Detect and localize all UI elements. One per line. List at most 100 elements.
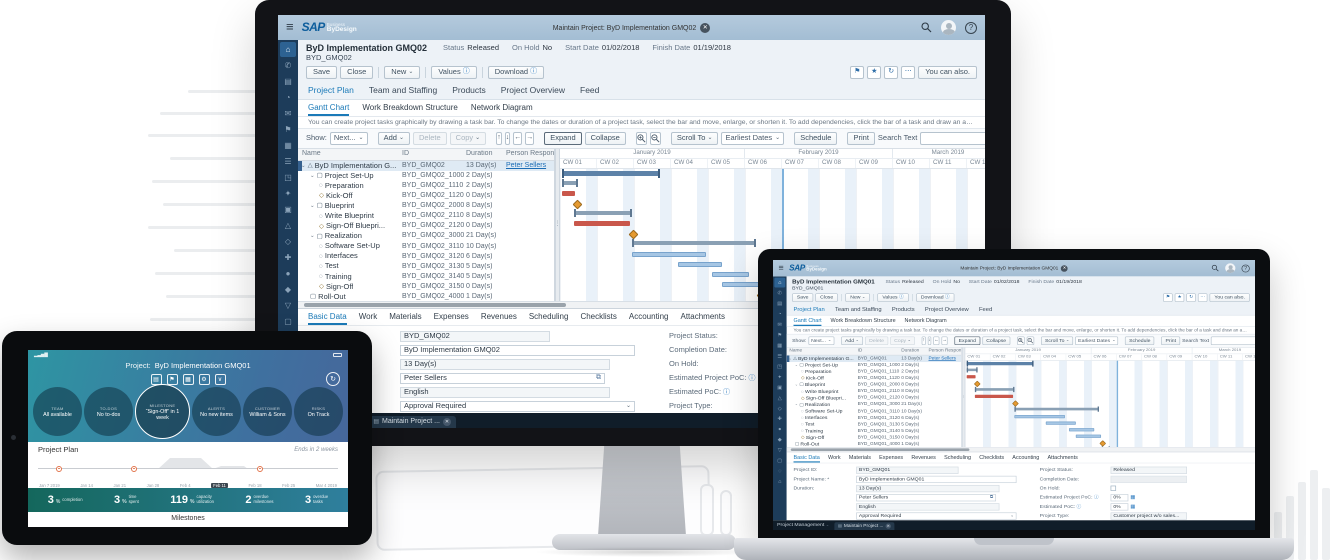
- gantt-bar[interactable]: [722, 282, 759, 287]
- outdent-button[interactable]: ←: [933, 336, 939, 345]
- table-row[interactable]: ⌄▢Project Set-UpBYD_GMQ02_10002 Day(s): [298, 171, 554, 181]
- outdent-button[interactable]: ←: [513, 132, 522, 145]
- detail-tab-materials[interactable]: Materials: [849, 452, 871, 462]
- more-icon[interactable]: ⋯: [901, 66, 915, 79]
- gantt-bar[interactable]: [967, 368, 978, 371]
- refresh-icon[interactable]: ↻: [1186, 293, 1196, 302]
- field-text[interactable]: ByD Implementation GMQ01: [856, 476, 1016, 483]
- person-link[interactable]: Peter Sellers: [928, 356, 955, 361]
- sidebar-icon[interactable]: ◆: [774, 435, 785, 445]
- sidebar-icon[interactable]: ☰: [280, 154, 296, 169]
- values-button[interactable]: Valuesⓘ: [878, 293, 909, 302]
- sidebar-icon[interactable]: ⌂: [774, 278, 785, 288]
- table-row[interactable]: ◌InterfacesBYD_GMQ02_31206 Day(s): [298, 252, 554, 262]
- column-duration[interactable]: Duration: [466, 150, 506, 158]
- table-row[interactable]: ⌄△ByD Implementation G...BYD_GMQ0213 Day…: [298, 161, 554, 171]
- scroll-to-button[interactable]: Scroll To⌄: [1041, 336, 1074, 345]
- gantt-bar[interactable]: [967, 362, 1034, 365]
- zoom-out-icon[interactable]: [1027, 336, 1035, 345]
- column-name[interactable]: Name: [298, 150, 402, 158]
- sidebar-icon[interactable]: ◳: [280, 170, 296, 185]
- milestone-marker[interactable]: [131, 466, 137, 472]
- sidebar-icon[interactable]: ▣: [774, 382, 785, 392]
- table-row[interactable]: ◌Software Set-UpBYD_GMQ01_311010 Day(s): [787, 408, 962, 415]
- sidebar-icon[interactable]: ✉: [774, 320, 785, 330]
- tab-project-overview[interactable]: Project Overview: [501, 86, 565, 96]
- table-row[interactable]: ◌TestBYD_GMQ02_31305 Day(s): [298, 262, 554, 272]
- status-circle-team[interactable]: TeamAll available: [33, 387, 82, 436]
- sidebar-icon[interactable]: ✚: [774, 414, 785, 424]
- detail-tab-basic-data[interactable]: Basic Data: [793, 452, 819, 462]
- download-button[interactable]: Downloadⓘ: [488, 66, 544, 79]
- gantt-bar[interactable]: [712, 272, 749, 277]
- subtab-network-diagram[interactable]: Network Diagram: [471, 100, 533, 116]
- detail-tab-work[interactable]: Work: [359, 309, 378, 325]
- column-person[interactable]: Person Respons...: [928, 348, 961, 353]
- table-row[interactable]: ◇Sign-OffBYD_GMQ01_31500 Day(s): [787, 435, 962, 442]
- field-select[interactable]: Approval Required⌄: [400, 401, 635, 412]
- values-button[interactable]: Valuesⓘ: [431, 66, 476, 79]
- column-person[interactable]: Person Respons...: [506, 150, 554, 158]
- help-icon[interactable]: ?: [1242, 264, 1250, 272]
- sidebar-icon[interactable]: ✚: [280, 250, 296, 265]
- sidebar-icon[interactable]: ⚑: [280, 122, 296, 137]
- schedule-button[interactable]: Schedule: [794, 132, 837, 145]
- milestone-marker[interactable]: [56, 466, 62, 472]
- new-button[interactable]: New⌄: [845, 293, 870, 302]
- zoom-in-icon[interactable]: [1017, 336, 1025, 345]
- indent-button[interactable]: →: [525, 132, 534, 145]
- subtab-gantt-chart[interactable]: Gantt Chart: [308, 100, 349, 116]
- table-row[interactable]: ◇Sign-OffBYD_GMQ02_31500 Day(s): [298, 282, 554, 292]
- delete-button[interactable]: Delete: [413, 132, 447, 145]
- field-select[interactable]: Approval Required⌄: [856, 512, 1016, 519]
- chevron-down-icon[interactable]: ⌄: [795, 383, 798, 387]
- column-name[interactable]: Name: [787, 348, 858, 353]
- chevron-down-icon[interactable]: ⌄: [795, 403, 798, 407]
- table-row[interactable]: ◇Kick-OffBYD_GMQ02_11200 Day(s): [298, 191, 554, 201]
- detail-tab-expenses[interactable]: Expenses: [879, 452, 903, 462]
- schedule-button[interactable]: Schedule: [1125, 336, 1155, 345]
- subtab-gantt-chart[interactable]: Gantt Chart: [793, 316, 821, 326]
- tab-products[interactable]: Products: [892, 306, 915, 312]
- detail-tab-checklists[interactable]: Checklists: [580, 309, 616, 325]
- person-link[interactable]: Peter Sellers: [506, 162, 546, 169]
- sidebar-icon[interactable]: ◳: [774, 361, 785, 371]
- indent-button[interactable]: →: [942, 336, 948, 345]
- sidebar-icon[interactable]: ▢: [774, 456, 785, 466]
- table-row[interactable]: ⌄▢BlueprintBYD_GMQ02_20008 Day(s): [298, 201, 554, 211]
- sidebar-icon[interactable]: ✉: [280, 106, 296, 121]
- gantt-bar[interactable]: [975, 395, 1013, 398]
- column-duration[interactable]: Duration: [901, 348, 928, 353]
- detail-tab-attachments[interactable]: Attachments: [1047, 452, 1077, 462]
- table-row[interactable]: ◌PreparationBYD_GMQ01_11102 Day(s): [787, 369, 962, 376]
- move-up-button[interactable]: ↑: [496, 132, 502, 145]
- tab-team-and-staffing[interactable]: Team and Staffing: [369, 86, 437, 96]
- more-icon[interactable]: ⋯: [1198, 293, 1208, 302]
- you-can-also-button[interactable]: You can also.: [918, 66, 977, 79]
- sidebar-icon[interactable]: ✆: [280, 58, 296, 73]
- gantt-bar[interactable]: [1014, 408, 1099, 411]
- sidebar-icon[interactable]: ✆: [774, 288, 785, 298]
- sidebar-icon[interactable]: ◔: [280, 90, 296, 105]
- detail-tab-attachments[interactable]: Attachments: [680, 309, 724, 325]
- close-icon[interactable]: ✕: [700, 23, 710, 33]
- open-window-tab[interactable]: ▤ Maintain Project ... ✕: [368, 416, 456, 428]
- zoom-in-icon[interactable]: [636, 132, 647, 145]
- table-row[interactable]: ▢Roll-OutBYD_GMQ02_40001 Day(s): [298, 292, 554, 301]
- refresh-icon[interactable]: ↻: [884, 66, 898, 79]
- chevron-down-icon[interactable]: ⌄: [310, 173, 315, 179]
- sidebar-icon[interactable]: ◇: [280, 234, 296, 249]
- table-row[interactable]: ◇Sign-Off Bluepri...BYD_GMQ01_21200 Day(…: [787, 395, 962, 402]
- tab-project-plan[interactable]: Project Plan: [793, 306, 824, 312]
- close-icon[interactable]: ✕: [1061, 265, 1068, 272]
- detail-tab-basic-data[interactable]: Basic Data: [308, 309, 347, 325]
- gantt-bar[interactable]: [562, 191, 575, 196]
- sidebar-icon[interactable]: △: [774, 393, 785, 403]
- sidebar-icon[interactable]: ●: [280, 266, 296, 281]
- gantt-milestone[interactable]: [573, 200, 583, 210]
- gantt-bar[interactable]: [1069, 428, 1094, 431]
- detail-tab-scheduling[interactable]: Scheduling: [529, 309, 569, 325]
- sidebar-icon[interactable]: ▤: [774, 299, 785, 309]
- sidebar-icon[interactable]: ▽: [774, 445, 785, 455]
- status-circle-customer[interactable]: CustomerWilliam & Sons: [243, 387, 292, 436]
